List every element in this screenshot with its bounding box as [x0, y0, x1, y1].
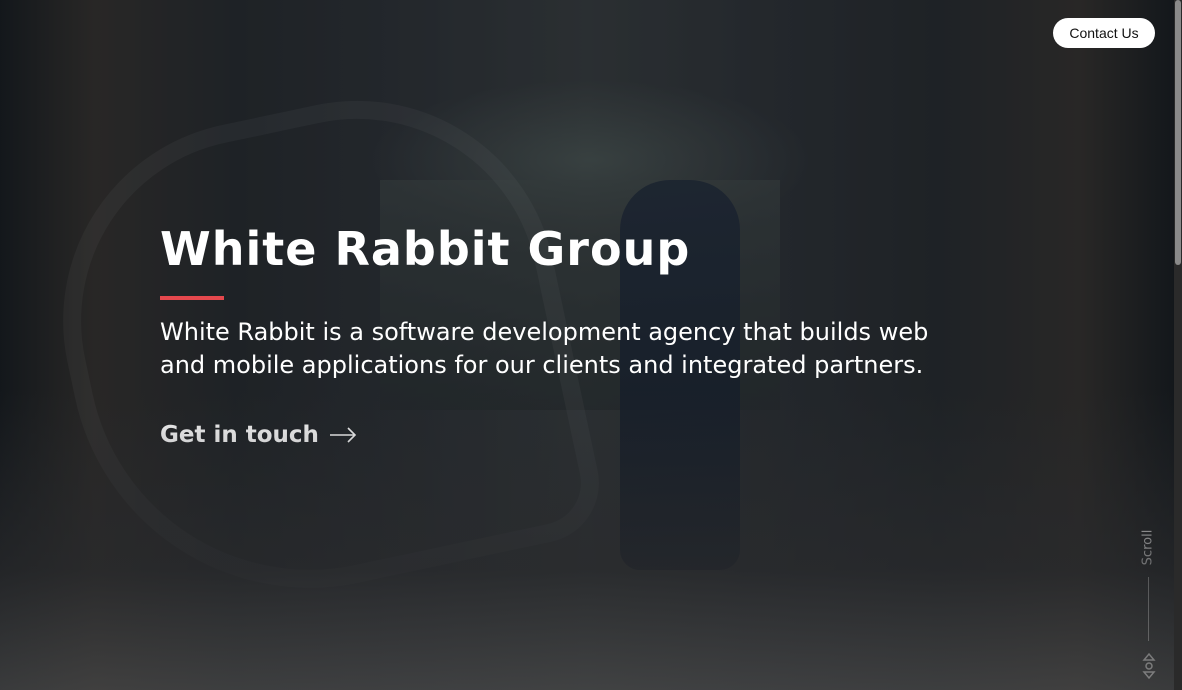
get-in-touch-link[interactable]: Get in touch	[160, 422, 357, 448]
get-in-touch-label: Get in touch	[160, 422, 319, 448]
hero-description: White Rabbit is a software development a…	[160, 318, 929, 379]
scroll-label: Scroll	[1140, 529, 1156, 566]
page-title: White Rabbit Group	[160, 222, 691, 276]
scroll-arrows-icon[interactable]	[1141, 652, 1157, 680]
title-underline	[160, 296, 224, 300]
scrollbar-thumb[interactable]	[1175, 0, 1181, 265]
contact-us-button[interactable]: Contact Us	[1053, 18, 1155, 48]
hero-background: White Rabbit Group White Rabbit is a sof…	[0, 0, 1174, 690]
page-scrollbar[interactable]	[1174, 0, 1182, 690]
arrow-right-icon	[329, 427, 357, 443]
scroll-line	[1148, 577, 1149, 641]
